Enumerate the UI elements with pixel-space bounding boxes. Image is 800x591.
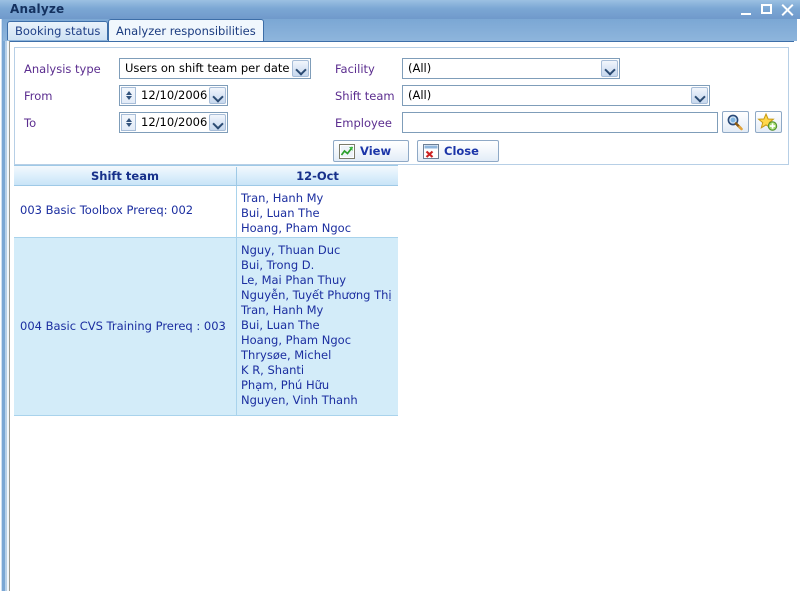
list-item: Bui, Luan The: [241, 318, 320, 332]
chevron-down-icon[interactable]: [292, 60, 309, 77]
client-area: Analysis type Users on shift team per da…: [10, 41, 794, 579]
table-row[interactable]: 003 Basic Toolbox Prereq: 002 Tran, Hanh…: [14, 186, 398, 238]
spinner-up-down-icon[interactable]: [121, 114, 136, 131]
list-item: Le, Mai Phan Thuy: [241, 273, 347, 287]
row-shift-team: 003 Basic Toolbox Prereq: 002: [20, 203, 194, 217]
list-item: Tran, Hanh My: [241, 303, 324, 317]
list-item: Bui, Trong D.: [241, 258, 315, 272]
employee-search-button[interactable]: [722, 111, 749, 133]
to-date-value: 12/10/2006: [141, 115, 208, 129]
tab-booking-status-label: Booking status: [15, 24, 101, 38]
list-item: Tran, Hanh My: [241, 191, 324, 205]
row-column-divider: [236, 186, 237, 238]
star-add-icon: [757, 112, 778, 131]
list-item: K R, Shanti: [241, 363, 305, 377]
list-item: Nguy, Thuan Duc: [241, 243, 341, 257]
analyze-window: Analyze Booking status Analyzer responsi…: [0, 0, 800, 591]
employee-add-favorite-button[interactable]: [755, 111, 782, 133]
list-item: Nguyễn, Tuyết Phương Thị: [241, 288, 392, 302]
analysis-type-value: Users on shift team per date: [125, 61, 290, 75]
chevron-down-icon[interactable]: [209, 87, 226, 104]
row-shift-team: 004 Basic CVS Training Prereq : 003: [20, 319, 226, 333]
row-names-list: Tran, Hanh My Bui, Luan The Hoang, Pham …: [236, 191, 398, 238]
tab-strip: Booking status Analyzer responsibilities: [3, 19, 797, 41]
facility-select[interactable]: (All): [402, 58, 620, 79]
analysis-type-select[interactable]: Users on shift team per date: [119, 58, 311, 79]
from-date-value: 12/10/2006: [141, 88, 208, 102]
close-button[interactable]: [780, 3, 794, 17]
facility-label: Facility: [335, 62, 375, 76]
filter-form-panel: Analysis type Users on shift team per da…: [14, 47, 789, 165]
grid-header-shift-team[interactable]: Shift team: [14, 166, 236, 186]
employee-label: Employee: [335, 116, 392, 130]
list-item: Hoang, Pham Ngoc: [241, 221, 352, 235]
title-bar: Analyze: [0, 0, 800, 19]
chevron-down-icon[interactable]: [601, 60, 618, 77]
row-column-divider: [236, 238, 237, 416]
shift-team-value: (All): [408, 88, 432, 102]
close-action-button-label: Close: [444, 144, 479, 158]
minimize-button[interactable]: [740, 3, 753, 16]
tab-booking-status[interactable]: Booking status: [7, 21, 109, 40]
grid-header-row: Shift team 12-Oct: [14, 165, 398, 186]
row-names-list: Nguy, Thuan Duc Bui, Trong D. Le, Mai Ph…: [236, 243, 398, 415]
maximize-button[interactable]: [760, 3, 773, 16]
list-item: Phạm, Phú Hữu: [241, 378, 330, 392]
list-item: Hoang, Pham Ngoc: [241, 333, 352, 347]
tab-analyzer-responsibilities-label: Analyzer responsibilities: [116, 24, 256, 38]
list-item: Bui, Luan The: [241, 206, 320, 220]
facility-value: (All): [408, 61, 432, 75]
window-controls: [740, 1, 794, 18]
table-row[interactable]: 004 Basic CVS Training Prereq : 003 Nguy…: [14, 238, 398, 416]
to-label: To: [24, 116, 37, 130]
view-button[interactable]: View: [333, 140, 409, 162]
chevron-down-icon[interactable]: [691, 87, 708, 104]
list-item: Thrysøe, Michel: [241, 348, 332, 362]
close-action-button[interactable]: Close: [417, 140, 499, 162]
grid-header-date[interactable]: 12-Oct: [237, 166, 398, 186]
view-button-label: View: [360, 144, 392, 158]
from-date-field[interactable]: 12/10/2006: [119, 85, 228, 106]
spinner-up-down-icon[interactable]: [121, 87, 136, 104]
shift-team-select[interactable]: (All): [402, 85, 710, 106]
to-date-field[interactable]: 12/10/2006: [119, 112, 228, 133]
from-label: From: [24, 89, 53, 103]
tab-analyzer-responsibilities[interactable]: Analyzer responsibilities: [108, 19, 264, 41]
close-window-icon: [423, 144, 439, 159]
chevron-down-icon[interactable]: [209, 114, 226, 131]
results-grid: Shift team 12-Oct 003 Basic Toolbox Prer…: [14, 165, 789, 416]
list-item: Nguyen, Vinh Thanh: [241, 393, 358, 407]
chart-icon: [339, 144, 355, 159]
employee-input[interactable]: [402, 112, 718, 133]
analysis-type-label: Analysis type: [24, 62, 101, 76]
search-magnifier-icon: [727, 114, 743, 131]
window-title: Analyze: [10, 2, 65, 16]
shift-team-label: Shift team: [335, 89, 395, 103]
